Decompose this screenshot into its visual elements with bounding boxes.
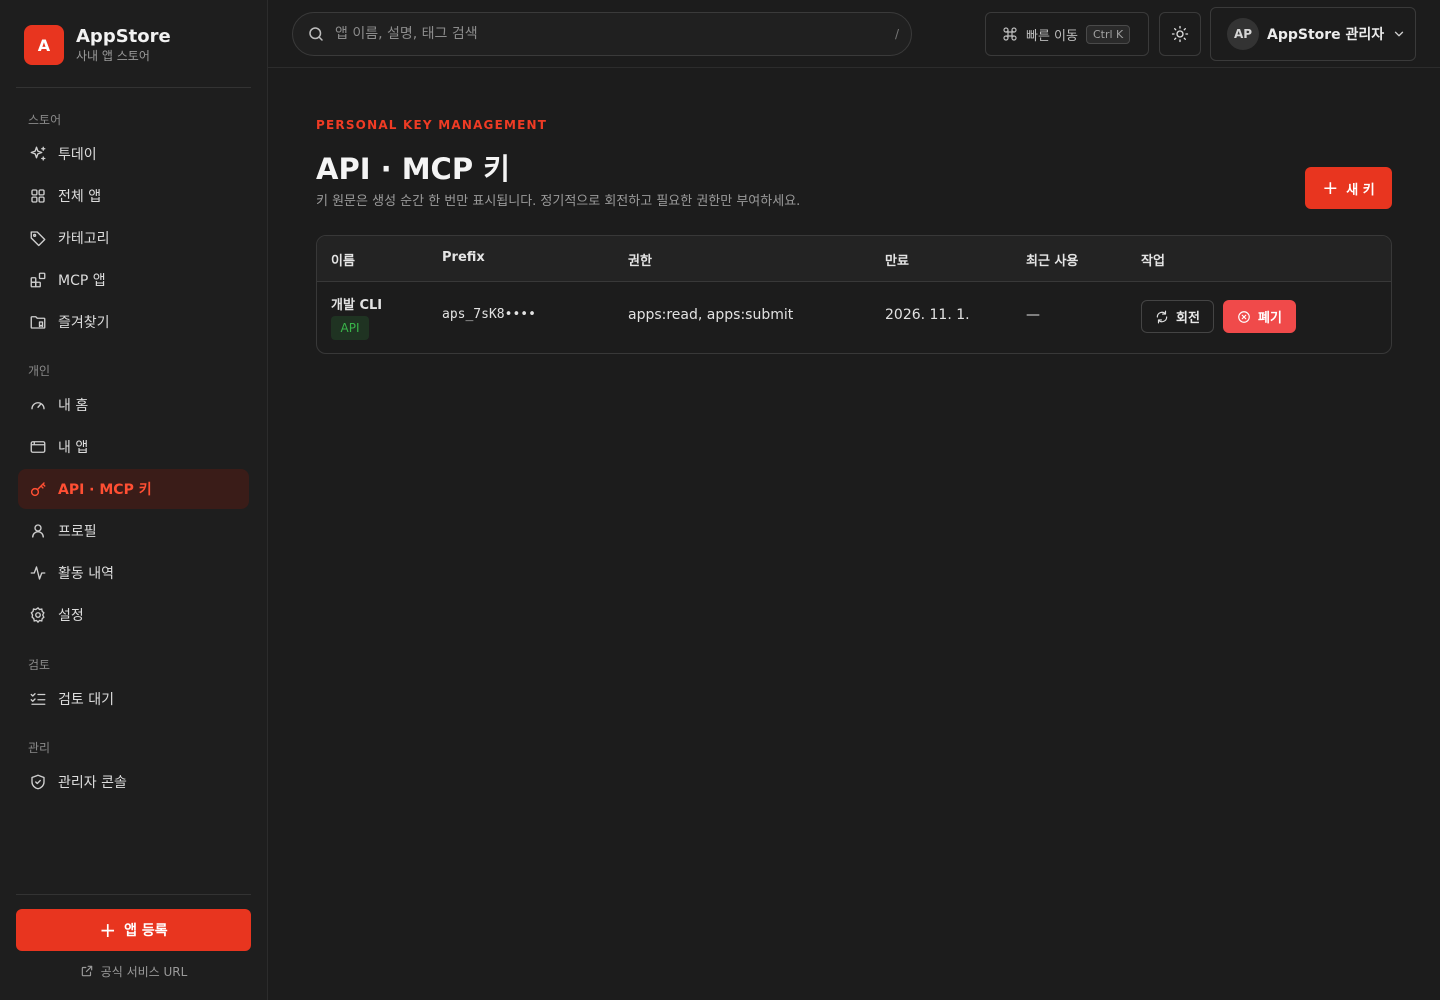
nav-section-review: 검토 [28,658,51,672]
sidebar-item-label: 투데이 [58,147,97,163]
sidebar-item-my-home[interactable]: 내 홈 [18,385,249,425]
search-bar[interactable]: / [292,12,912,56]
command-icon [1003,27,1017,41]
new-key-button[interactable]: + 새 키 [1305,167,1392,209]
key-expires: 2026. 11. 1. [885,307,970,323]
search-shortcut-hint: / [894,27,899,41]
column-header-name: 이름 [331,254,355,269]
nav-section-personal: 개인 [28,364,51,378]
sparkles-icon [30,146,46,161]
revoke-label: 폐기 [1258,311,1282,326]
sidebar-item-categories[interactable]: 카테고리 [18,218,249,258]
column-header-prefix: Prefix [442,250,485,265]
refresh-icon [1156,310,1168,323]
sidebar-item-all-apps[interactable]: 전체 앱 [18,176,249,216]
grid-icon [31,189,45,203]
user-icon [32,524,44,538]
brand[interactable]: A AppStore 사내 앱 스토어 [24,25,171,65]
table-header: 이름 Prefix 권한 만료 최근 사용 작업 [317,236,1391,282]
sun-icon [1171,25,1189,43]
sidebar-item-activity[interactable]: 활동 내역 [18,553,249,593]
keyboard-shortcut: Ctrl K [1085,24,1131,44]
sidebar-item-review-queue[interactable]: 검토 대기 [18,679,249,719]
sidebar-item-admin-console[interactable]: 관리자 콘솔 [18,762,249,802]
page-eyebrow: PERSONAL KEY MANAGEMENT [316,118,548,132]
external-link-icon [81,965,92,977]
theme-toggle-button[interactable] [1159,12,1201,56]
sidebar-item-label: 관리자 콘솔 [58,775,127,791]
key-prefix: aps_7sK8•••• [442,307,536,322]
folder-bookmark-icon [30,316,46,329]
sidebar-item-label: 검토 대기 [58,692,114,708]
key-type-badge: API [331,316,369,340]
brand-name: AppStore [76,26,171,47]
sidebar-item-api-mcp-keys[interactable]: API · MCP 키 [18,469,249,509]
sidebar-item-label: 카테고리 [58,231,110,247]
sidebar-item-label: 내 홈 [58,398,89,414]
sidebar-item-label: 내 앱 [58,440,89,456]
quick-navigate-button[interactable]: 빠른 이동 Ctrl K [985,12,1149,56]
user-menu-button[interactable]: AP AppStore 관리자 [1210,7,1416,61]
sidebar-item-mcp-apps[interactable]: MCP 앱 [18,260,249,300]
sidebar-item-today[interactable]: 투데이 [18,134,249,174]
brand-subtitle: 사내 앱 스토어 [76,49,150,63]
shield-icon [31,774,45,790]
sidebar-item-label: 즐겨찾기 [58,315,110,331]
key-name: 개발 CLI [331,298,383,313]
column-header-actions: 작업 [1141,254,1165,269]
plus-icon: + [99,918,117,942]
column-header-expires: 만료 [885,254,909,269]
key-scopes: apps:read, apps:submit [628,307,794,323]
sidebar-item-favorites[interactable]: 즐겨찾기 [18,302,249,342]
page-description: 키 원문은 생성 순간 한 번만 표시됩니다. 정기적으로 회전하고 필요한 권… [316,194,801,209]
sidebar-item-label: 설정 [58,608,84,624]
list-checks-icon [30,693,46,705]
gauge-icon [31,402,45,410]
tag-icon [30,231,46,247]
column-header-last-used: 최근 사용 [1026,254,1079,269]
plus-icon: + [1322,176,1339,199]
nav-section-admin: 관리 [28,741,51,755]
keys-table: 이름 Prefix 권한 만료 최근 사용 작업 개발 CLI API aps_… [316,235,1392,354]
blocks-icon [30,272,46,288]
activity-icon [30,566,46,580]
topbar: / 빠른 이동 Ctrl K AP AppStore 관리자 [268,0,1440,68]
new-key-label: 새 키 [1346,182,1375,198]
gear-icon [30,606,45,624]
sidebar-item-label: 전체 앱 [58,189,102,205]
key-last-used: — [1026,307,1040,323]
sidebar-item-settings[interactable]: 설정 [18,595,249,635]
avatar: AP [1227,18,1259,50]
divider [16,894,251,895]
register-app-label: 앱 등록 [124,923,168,939]
user-name: AppStore 관리자 [1267,27,1385,43]
key-icon [30,482,46,497]
sidebar-item-label: 프로필 [58,524,97,540]
sidebar-item-label: MCP 앱 [58,273,106,289]
divider [16,87,251,88]
search-icon [309,27,323,41]
sidebar-item-profile[interactable]: 프로필 [18,511,249,551]
circle-x-icon [1238,310,1250,323]
rotate-key-button[interactable]: 회전 [1141,300,1214,333]
official-link-label: 공식 서비스 URL [100,964,188,979]
search-input[interactable] [335,26,855,42]
rotate-label: 회전 [1176,311,1200,326]
nav-section-store: 스토어 [28,113,62,127]
chevron-down-icon [1395,31,1404,37]
column-header-scopes: 권한 [628,254,652,269]
table-row: 개발 CLI API aps_7sK8•••• apps:read, apps:… [317,282,1391,353]
app-window-icon [30,441,46,453]
sidebar-item-my-apps[interactable]: 내 앱 [18,427,249,467]
page-title: API · MCP 키 [316,152,510,186]
sidebar-item-label: API · MCP 키 [58,482,152,498]
sidebar-item-label: 활동 내역 [58,566,114,582]
quick-navigate-label: 빠른 이동 [1026,28,1078,44]
register-app-button[interactable]: + 앱 등록 [16,909,251,951]
sidebar: A AppStore 사내 앱 스토어 스토어 투데이 전체 앱 카테고리 MC… [0,0,268,1000]
official-service-link[interactable]: 공식 서비스 URL [16,961,251,981]
brand-logo: A [24,25,64,65]
revoke-key-button[interactable]: 폐기 [1223,300,1296,333]
